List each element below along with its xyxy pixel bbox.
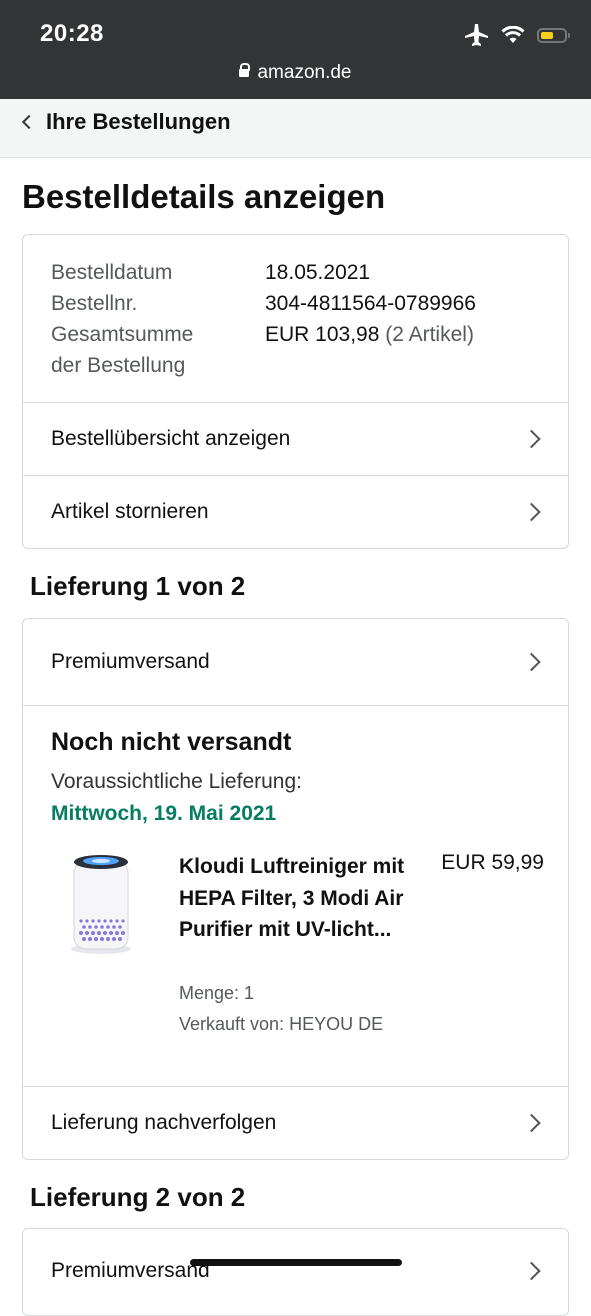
url-bar[interactable]: amazon.de bbox=[0, 62, 591, 84]
product-price: EUR 59,99 bbox=[441, 851, 544, 874]
shipment-1-card: Premiumversand Noch nicht versandt Vorau… bbox=[22, 618, 569, 1160]
order-total-label-line2: der Bestellung bbox=[51, 354, 186, 377]
shipment-status: Noch nicht versandt bbox=[51, 728, 292, 756]
page-title: Bestelldetails anzeigen bbox=[22, 178, 386, 215]
chevron-right-icon bbox=[522, 652, 541, 672]
order-total-label-line1: Gesamtsumme bbox=[51, 323, 194, 346]
shipment-1-title: Lieferung 1 von 2 bbox=[30, 571, 246, 601]
wifi-icon bbox=[501, 26, 525, 43]
shipment-2-title: Lieferung 2 von 2 bbox=[30, 1182, 246, 1212]
chevron-right-icon bbox=[522, 429, 541, 449]
cancel-items-link[interactable]: Artikel stornieren bbox=[23, 476, 568, 548]
order-info: Bestelldatum 18.05.2021 Bestellnr. 304-4… bbox=[23, 235, 568, 403]
back-link[interactable]: Ihre Bestellungen bbox=[20, 109, 231, 135]
product-title[interactable]: Kloudi Luftreiniger mit HEPA Filter, 3 M… bbox=[179, 851, 417, 946]
eta-date: Mittwoch, 19. Mai 2021 bbox=[51, 802, 277, 825]
chevron-right-icon bbox=[522, 1261, 541, 1281]
product-quantity: Menge: 1 bbox=[179, 983, 255, 1003]
order-overview-label: Bestellübersicht anzeigen bbox=[51, 427, 291, 450]
shipping-method-link-2[interactable]: Premiumversand bbox=[23, 1229, 568, 1315]
cancel-items-label: Artikel stornieren bbox=[51, 500, 209, 523]
product-image[interactable] bbox=[69, 851, 133, 955]
chevron-right-icon bbox=[522, 1113, 541, 1133]
order-item-count: (2 Artikel) bbox=[385, 323, 474, 346]
lock-icon bbox=[239, 63, 251, 77]
nav-bar: Ihre Bestellungen bbox=[0, 99, 591, 158]
order-total-value: EUR 103,98 bbox=[265, 323, 380, 346]
shipping-method-label-2: Premiumversand bbox=[51, 1259, 210, 1282]
status-time: 20:28 bbox=[40, 20, 104, 47]
chevron-right-icon bbox=[522, 502, 541, 522]
order-total-value-wrap: EUR 103,98 (2 Artikel) bbox=[265, 319, 474, 350]
eta-label: Voraussichtliche Lieferung: bbox=[51, 770, 302, 793]
order-date-value: 18.05.2021 bbox=[265, 261, 371, 284]
shipment-details: Noch nicht versandt Voraussichtliche Lie… bbox=[23, 706, 568, 1087]
track-shipment-label: Lieferung nachverfolgen bbox=[51, 1111, 277, 1134]
product-seller: Verkauft von: HEYOU DE bbox=[179, 1014, 384, 1034]
home-indicator[interactable] bbox=[190, 1259, 402, 1266]
track-shipment-link[interactable]: Lieferung nachverfolgen bbox=[23, 1087, 568, 1159]
order-date-label: Bestelldatum bbox=[51, 261, 173, 284]
order-number-value: 304-4811564-0789966 bbox=[265, 292, 476, 315]
order-summary-card: Bestelldatum 18.05.2021 Bestellnr. 304-4… bbox=[22, 234, 569, 549]
status-bar: 20:28 amazon.de bbox=[0, 0, 591, 99]
airplane-icon bbox=[465, 24, 488, 46]
order-overview-link[interactable]: Bestellübersicht anzeigen bbox=[23, 403, 568, 476]
chevron-left-icon bbox=[21, 114, 37, 130]
shipping-method-label: Premiumversand bbox=[51, 650, 210, 673]
back-link-label: Ihre Bestellungen bbox=[46, 109, 231, 134]
battery-icon bbox=[537, 27, 570, 43]
shipping-method-link[interactable]: Premiumversand bbox=[23, 619, 568, 706]
status-icons bbox=[465, 24, 570, 46]
order-number-label: Bestellnr. bbox=[51, 292, 138, 315]
url-text: amazon.de bbox=[257, 62, 352, 83]
shipment-2-card: Premiumversand bbox=[22, 1228, 569, 1316]
